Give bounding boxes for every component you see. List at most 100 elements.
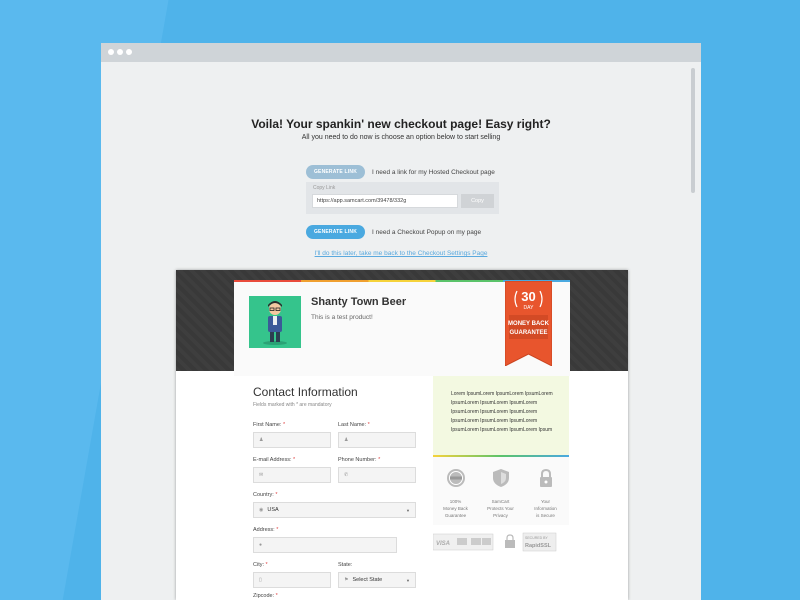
guarantee-line: SamCart xyxy=(491,499,510,504)
state-select[interactable]: ⚑ Select State ▼ xyxy=(338,572,416,588)
first-name-label: First Name: * xyxy=(253,422,285,428)
form-title: Contact Information xyxy=(253,385,358,399)
do-later-link[interactable]: I'll do this later, take me back to the … xyxy=(101,250,701,257)
email-field[interactable]: ✉ xyxy=(253,467,331,483)
window-controls xyxy=(108,49,132,55)
address-label: Address: * xyxy=(253,527,278,533)
city-label: City: * xyxy=(253,562,268,568)
country-label-text: Country: xyxy=(253,492,274,498)
envelope-icon: ✉ xyxy=(259,472,264,478)
user-icon: ♟ xyxy=(259,437,264,443)
product-name: Shanty Town Beer xyxy=(311,296,407,308)
padlock-icon xyxy=(506,534,514,540)
guarantee-line: Privacy xyxy=(493,513,508,518)
guarantee-line: Money Back xyxy=(443,506,468,511)
phone-label-text: Phone Number: xyxy=(338,457,377,463)
phone-field[interactable]: ✆ xyxy=(338,467,416,483)
guarantee-line: Information xyxy=(534,506,557,511)
state-label-text: State: xyxy=(338,562,353,568)
required-mark: * xyxy=(367,422,370,428)
guarantee-line: Protects Your xyxy=(487,506,514,511)
window-dot-icon[interactable] xyxy=(126,49,132,55)
window-dot-icon[interactable] xyxy=(108,49,114,55)
globe-icon: ◉ xyxy=(259,507,264,513)
phone-label: Phone Number: * xyxy=(338,457,380,463)
badge-number: 30 xyxy=(521,289,535,304)
badge-line1: MONEY BACK xyxy=(508,321,550,327)
popup-option: GENERATE LINK I need a Checkout Popup on… xyxy=(306,225,481,239)
zipcode-label: Zipcode: * xyxy=(253,593,278,599)
popup-label: I need a Checkout Popup on my page xyxy=(372,228,482,236)
zipcode-label-text: Zipcode: xyxy=(253,593,275,599)
product-description: This is a test product! xyxy=(311,314,373,321)
required-mark: * xyxy=(378,457,381,463)
state-value: Select State xyxy=(352,577,383,583)
cards-label: VISA xyxy=(436,541,450,547)
contact-form: Contact Information Fields marked with *… xyxy=(234,371,434,600)
address-field[interactable]: ● xyxy=(253,537,397,553)
required-mark: * xyxy=(282,422,286,428)
trust-badges-graphic: VISA SECURED BY RapidSSL xyxy=(432,532,557,552)
map-pin-icon: ● xyxy=(259,542,263,548)
guarantee-text: SamCart Protects Your Privacy xyxy=(478,498,523,519)
ssl-label: RapidSSL xyxy=(525,543,552,549)
form-note: Fields marked with * are mandatory xyxy=(253,402,332,408)
chevron-down-icon: ▼ xyxy=(406,507,410,513)
product-card: Shanty Town Beer This is a test product!… xyxy=(234,280,570,376)
badge-unit: DAY xyxy=(524,305,535,311)
copy-link-field[interactable]: https://app.samcart.com/39478/332g xyxy=(312,194,458,208)
guarantee-money-back: 100% Money Back Guarantee xyxy=(433,457,478,519)
required-mark: * xyxy=(265,562,268,568)
country-label: Country: * xyxy=(253,492,277,498)
browser-toolbar xyxy=(101,43,701,62)
required-mark: * xyxy=(293,457,296,463)
state-label: State: xyxy=(338,562,352,568)
required-mark: * xyxy=(275,593,278,599)
user-icon: ♟ xyxy=(344,437,349,443)
last-name-field[interactable]: ♟ xyxy=(338,432,416,448)
city-label-text: City: xyxy=(253,562,264,568)
building-icon: ▯ xyxy=(259,577,262,583)
padlock-icon xyxy=(505,540,515,548)
chevron-down-icon: ▼ xyxy=(406,577,410,583)
product-image xyxy=(249,296,301,348)
trust-badges: VISA SECURED BY RapidSSL xyxy=(432,525,569,565)
page-subtitle: All you need to do now is choose an opti… xyxy=(301,134,501,141)
city-field[interactable]: ▯ xyxy=(253,572,331,588)
description-panel: Lorem IpsumLorem IpsumLorem IpsumLorem I… xyxy=(433,371,569,457)
required-mark: * xyxy=(276,527,279,533)
email-label-text: E-mail Address: xyxy=(253,457,292,463)
country-select[interactable]: ◉ USA ▼ xyxy=(253,502,416,518)
badge-line2: GUARANTEE xyxy=(509,330,547,336)
guarantee-secure: Your Information is Secure xyxy=(523,457,568,519)
country-value: USA xyxy=(267,507,279,513)
first-name-label-text: First Name: xyxy=(253,422,282,428)
money-back-seal-icon xyxy=(446,469,465,487)
copy-link-label: Copy Link xyxy=(313,185,336,191)
guarantee-line: 100% xyxy=(449,499,462,504)
guarantee-text: Your Information is Secure xyxy=(523,498,568,519)
generate-link-button[interactable]: GENERATE LINK xyxy=(306,165,365,179)
character-illustration-icon xyxy=(263,301,287,345)
checkout-preview: Shanty Town Beer This is a test product!… xyxy=(176,270,628,600)
required-mark: * xyxy=(275,492,278,498)
flag-icon: ⚑ xyxy=(344,577,349,583)
hosted-link-label: I need a link for my Hosted Checkout pag… xyxy=(372,168,495,176)
guarantee-panel: 100% Money Back Guarantee SamCart Protects … xyxy=(433,457,569,525)
lock-icon xyxy=(539,468,552,487)
money-back-ribbon: 30 DAY MONEY BACK GUARANTEE xyxy=(505,281,552,366)
window-dot-icon[interactable] xyxy=(117,49,123,55)
shield-icon xyxy=(492,469,509,487)
email-label: E-mail Address: * xyxy=(253,457,295,463)
lorem-text: Lorem IpsumLorem IpsumLorem IpsumLorem I… xyxy=(451,391,553,433)
copy-button[interactable]: Copy xyxy=(461,194,494,208)
first-name-field[interactable]: ♟ xyxy=(253,432,331,448)
copy-link-panel: Copy Link https://app.samcart.com/39478/… xyxy=(306,182,499,214)
generate-popup-button[interactable]: GENERATE LINK xyxy=(306,225,365,239)
ssl-caption: SECURED BY xyxy=(525,536,548,540)
guarantee-line: is Secure xyxy=(536,513,555,518)
last-name-label-text: Last Name: xyxy=(338,422,367,428)
guarantee-text: 100% Money Back Guarantee xyxy=(433,498,478,519)
page-title: Voila! Your spankin' new checkout page! … xyxy=(251,117,551,131)
guarantee-line: Guarantee xyxy=(444,513,467,518)
